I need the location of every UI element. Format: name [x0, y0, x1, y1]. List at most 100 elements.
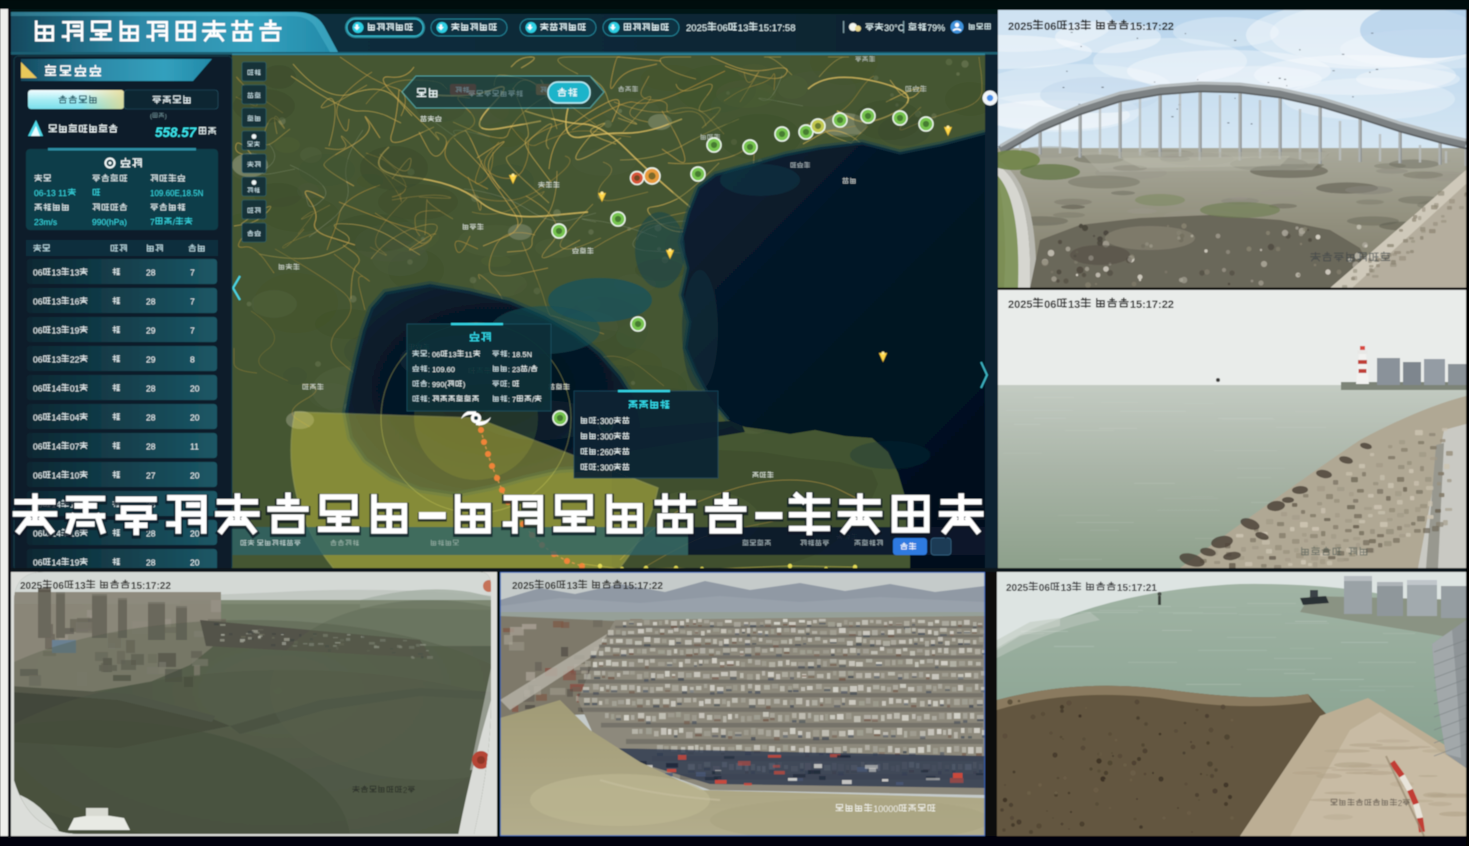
svg-text::: :	[428, 365, 430, 374]
svg-text:8: 8	[190, 355, 195, 365]
svg-text:06: 06	[33, 529, 43, 539]
svg-text:14: 14	[52, 442, 62, 452]
svg-text::: :	[428, 395, 430, 404]
svg-text:300: 300	[600, 464, 614, 473]
svg-text:2025: 2025	[686, 23, 707, 34]
svg-text:2025: 2025	[1006, 583, 1029, 594]
svg-text:13: 13	[1068, 299, 1080, 311]
svg-text:29: 29	[146, 326, 156, 336]
svg-text:19: 19	[70, 558, 80, 568]
svg-text:2025: 2025	[1008, 21, 1032, 33]
svg-text::: :	[508, 365, 510, 374]
svg-text:10000: 10000	[873, 804, 898, 814]
svg-text:15:17:21: 15:17:21	[1117, 583, 1157, 594]
svg-text:): )	[165, 114, 167, 120]
svg-text:11: 11	[465, 350, 473, 359]
svg-text:11: 11	[190, 442, 199, 452]
svg-text:990(hPa): 990(hPa)	[92, 217, 127, 227]
svg-text:10: 10	[70, 471, 80, 481]
svg-text:2025: 2025	[20, 581, 43, 592]
svg-text:06: 06	[33, 355, 43, 365]
svg-text:28: 28	[146, 413, 156, 423]
svg-text:15:17:22: 15:17:22	[131, 581, 171, 592]
svg-text:13: 13	[448, 350, 456, 359]
svg-text:14: 14	[52, 558, 62, 568]
svg-text:13: 13	[52, 297, 62, 307]
svg-text:2: 2	[1398, 799, 1403, 808]
svg-text:06: 06	[33, 558, 43, 568]
svg-text::: :	[508, 350, 510, 359]
svg-text::: :	[597, 448, 599, 457]
svg-text:04: 04	[70, 413, 80, 423]
svg-text:7: 7	[190, 297, 195, 307]
svg-text:16: 16	[70, 297, 80, 307]
svg-text:300: 300	[600, 417, 614, 426]
svg-text:06: 06	[33, 413, 43, 423]
svg-text:06: 06	[432, 350, 440, 359]
svg-text:13: 13	[52, 268, 62, 278]
svg-text:06: 06	[33, 326, 43, 336]
svg-text:23: 23	[512, 365, 520, 374]
svg-text:06: 06	[1039, 583, 1051, 594]
svg-text:300: 300	[600, 433, 614, 442]
svg-text::: :	[597, 433, 599, 442]
svg-text::: :	[428, 350, 430, 359]
svg-text:06: 06	[717, 23, 728, 34]
svg-text:14: 14	[52, 384, 62, 394]
svg-text:14: 14	[52, 471, 62, 481]
svg-text:13: 13	[52, 355, 62, 365]
svg-text:13: 13	[1068, 21, 1080, 33]
svg-text::: :	[428, 380, 430, 389]
svg-text:20: 20	[190, 413, 200, 423]
svg-text:06: 06	[1044, 299, 1056, 311]
svg-text:109.60E,18.5N: 109.60E,18.5N	[150, 189, 204, 198]
svg-text:79%: 79%	[927, 23, 945, 33]
svg-text:22: 22	[70, 355, 80, 365]
svg-text:13: 13	[567, 581, 579, 592]
svg-text:14: 14	[52, 413, 62, 423]
svg-text:29: 29	[146, 355, 156, 365]
svg-text:28: 28	[146, 297, 156, 307]
svg-text:06-13 11: 06-13 11	[34, 188, 67, 198]
svg-text:2: 2	[403, 786, 408, 795]
svg-text:990(: 990(	[432, 380, 448, 389]
svg-text:28: 28	[146, 384, 156, 394]
svg-text:7: 7	[512, 395, 516, 404]
svg-text:28: 28	[146, 558, 156, 568]
svg-text:15:17:22: 15:17:22	[623, 581, 663, 592]
svg-text::: :	[597, 464, 599, 473]
svg-text:2025: 2025	[1008, 299, 1032, 311]
svg-text:06: 06	[33, 268, 43, 278]
svg-text:28: 28	[146, 268, 156, 278]
svg-text:109.60: 109.60	[432, 365, 455, 374]
svg-text:06: 06	[33, 297, 43, 307]
svg-text:13: 13	[75, 581, 87, 592]
svg-text:06: 06	[545, 581, 557, 592]
svg-text:7: 7	[150, 217, 155, 227]
svg-text:260: 260	[600, 448, 614, 457]
svg-text:15:17:22: 15:17:22	[1130, 299, 1174, 311]
svg-text:13: 13	[70, 268, 80, 278]
svg-text:23m/s: 23m/s	[34, 217, 57, 227]
svg-text:558.57: 558.57	[155, 125, 198, 140]
svg-text:(: (	[150, 114, 152, 120]
svg-text:27: 27	[146, 471, 156, 481]
svg-text:06: 06	[1044, 21, 1056, 33]
svg-text:7: 7	[190, 268, 195, 278]
svg-text:20: 20	[190, 471, 200, 481]
svg-text:06: 06	[33, 471, 43, 481]
svg-text:20: 20	[190, 529, 200, 539]
svg-text:30°C: 30°C	[884, 23, 905, 33]
svg-text:06: 06	[33, 384, 43, 394]
svg-text::: :	[508, 380, 510, 389]
svg-text:06: 06	[33, 442, 43, 452]
svg-text::: :	[508, 395, 510, 404]
svg-text:19: 19	[70, 326, 80, 336]
svg-text:13: 13	[1061, 583, 1073, 594]
svg-text:18.5N: 18.5N	[512, 350, 532, 359]
svg-text:13: 13	[52, 326, 62, 336]
svg-text:28: 28	[146, 442, 156, 452]
svg-text:20: 20	[190, 384, 200, 394]
svg-text:15:17:22: 15:17:22	[1130, 21, 1174, 33]
svg-text:15:17:58: 15:17:58	[759, 23, 796, 34]
